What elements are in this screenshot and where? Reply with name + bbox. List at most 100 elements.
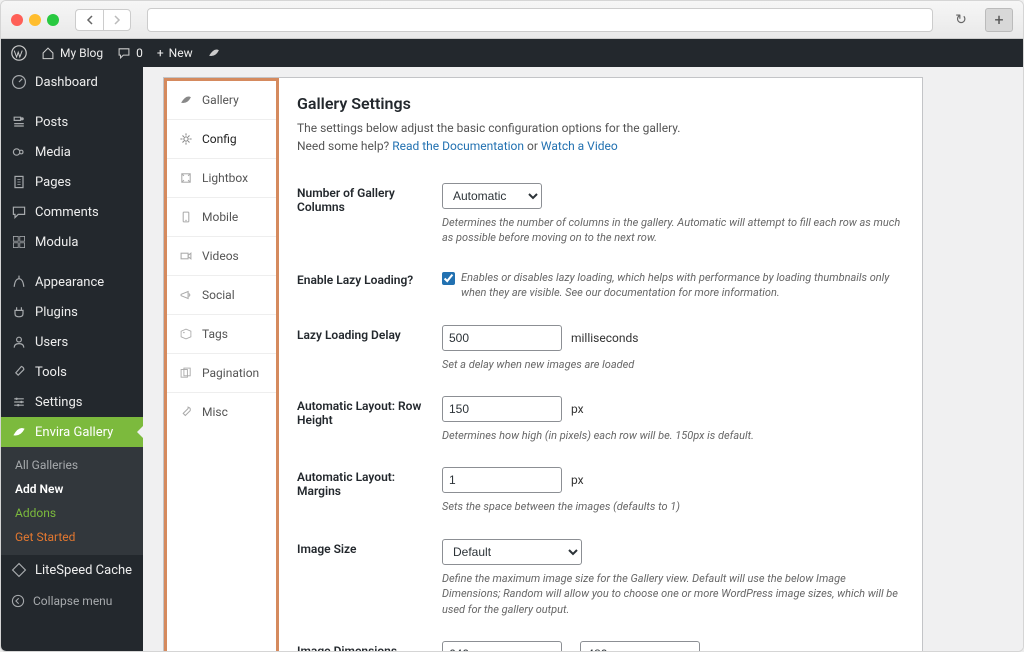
menu-label: Posts [35, 115, 68, 130]
url-bar[interactable] [147, 8, 933, 32]
site-title: My Blog [60, 46, 103, 60]
tab-label: Mobile [202, 210, 238, 224]
input-image-width[interactable] [442, 641, 562, 651]
field-label: Number of Gallery Columns [297, 183, 442, 214]
select-image-size[interactable]: Default [442, 539, 582, 565]
leaf-icon [179, 93, 193, 107]
pages-icon [179, 366, 193, 380]
tab-gallery[interactable]: Gallery [167, 81, 276, 120]
tab-label: Videos [202, 249, 239, 263]
field-help: Set a delay when new images are loaded [442, 357, 902, 372]
tab-label: Gallery [202, 93, 239, 107]
menu-users[interactable]: Users [1, 327, 143, 357]
menu-media[interactable]: Media [1, 137, 143, 167]
menu-label: Dashboard [35, 75, 98, 90]
comments-link[interactable]: 0 [117, 46, 143, 60]
input-lazy-delay[interactable] [442, 325, 562, 351]
link-watch-video[interactable]: Watch a Video [541, 139, 618, 153]
field-label: Automatic Layout: Margins [297, 467, 442, 498]
field-lazy-delay: Lazy Loading Delay milliseconds Set a de… [297, 313, 902, 384]
menu-pages[interactable]: Pages [1, 167, 143, 197]
envira-settings-box: Gallery Config Lightbox Mobile [163, 77, 923, 651]
field-label: Image Dimensions [297, 641, 442, 651]
menu-tools[interactable]: Tools [1, 357, 143, 387]
tab-label: Lightbox [202, 171, 248, 185]
wp-logo-menu[interactable] [11, 45, 27, 61]
menu-posts[interactable]: Posts [1, 107, 143, 137]
submenu-get-started[interactable]: Get Started [1, 525, 143, 549]
tab-social[interactable]: Social [167, 276, 276, 315]
menu-modula[interactable]: Modula [1, 227, 143, 257]
new-label: New [169, 46, 193, 60]
submenu-all-galleries[interactable]: All Galleries [1, 453, 143, 477]
site-home-link[interactable]: My Blog [41, 46, 103, 60]
select-gallery-columns[interactable]: Automatic [442, 183, 542, 209]
tab-label: Social [202, 288, 235, 302]
collapse-menu-button[interactable]: Collapse menu [1, 585, 143, 617]
menu-label: Settings [35, 395, 82, 410]
envira-adminbar-icon[interactable] [207, 46, 221, 60]
tab-mobile[interactable]: Mobile [167, 198, 276, 237]
window-minimize-button[interactable] [29, 14, 41, 26]
window-close-button[interactable] [11, 14, 23, 26]
wrench-icon [179, 405, 193, 419]
submenu-addons[interactable]: Addons [1, 501, 143, 525]
tab-label: Tags [202, 327, 228, 341]
checkbox-lazy-loading[interactable] [442, 271, 455, 286]
menu-comments[interactable]: Comments [1, 197, 143, 227]
tab-tags[interactable]: Tags [167, 315, 276, 354]
field-row-height: Automatic Layout: Row Height px Determin… [297, 384, 902, 455]
field-label: Lazy Loading Delay [297, 325, 442, 342]
unit-label: px [571, 473, 584, 487]
reload-icon[interactable]: ↻ [949, 9, 973, 31]
menu-dashboard[interactable]: Dashboard [1, 67, 143, 97]
field-help: Sets the space between the images (defau… [442, 499, 902, 514]
browser-title-bar: ↻ + [1, 1, 1023, 39]
menu-label: Tools [35, 365, 67, 380]
menu-plugins[interactable]: Plugins [1, 297, 143, 327]
link-read-documentation[interactable]: Read the Documentation [392, 139, 524, 153]
tab-pagination[interactable]: Pagination [167, 354, 276, 393]
new-content-link[interactable]: + New [157, 46, 193, 60]
menu-settings[interactable]: Settings [1, 387, 143, 417]
menu-label: Media [35, 145, 71, 160]
tab-videos[interactable]: Videos [167, 237, 276, 276]
tab-misc[interactable]: Misc [167, 393, 276, 431]
envira-config-panel: Gallery Settings The settings below adju… [279, 78, 922, 651]
nav-back-button[interactable] [75, 9, 103, 31]
input-margins[interactable] [442, 467, 562, 493]
field-gallery-columns: Number of Gallery Columns Automatic Dete… [297, 171, 902, 258]
menu-label: Appearance [35, 275, 104, 290]
submenu-add-new[interactable]: Add New [1, 477, 143, 501]
nav-forward-button[interactable] [103, 9, 131, 31]
new-tab-button[interactable]: + [985, 8, 1013, 32]
field-label: Automatic Layout: Row Height [297, 396, 442, 427]
tab-label: Pagination [202, 366, 259, 380]
field-help: Define the maximum image size for the Ga… [442, 571, 902, 617]
unit-label: px [712, 647, 725, 651]
field-help: Determines the number of columns in the … [442, 215, 902, 246]
window-zoom-button[interactable] [47, 14, 59, 26]
tab-lightbox[interactable]: Lightbox [167, 159, 276, 198]
menu-label: Users [35, 335, 68, 350]
expand-icon [179, 171, 193, 185]
menu-envira-gallery[interactable]: Envira Gallery [1, 417, 143, 447]
panel-description: The settings below adjust the basic conf… [297, 119, 902, 155]
input-image-height[interactable] [580, 641, 700, 651]
tab-label: Config [202, 132, 237, 146]
comments-count: 0 [136, 46, 143, 60]
dim-separator: × [568, 647, 574, 651]
browser-window: ↻ + My Blog 0 + New [0, 0, 1024, 652]
tag-icon [179, 327, 193, 341]
menu-appearance[interactable]: Appearance [1, 267, 143, 297]
video-icon [179, 249, 193, 263]
menu-litespeed-cache[interactable]: LiteSpeed Cache [1, 555, 143, 585]
tab-config[interactable]: Config [167, 120, 276, 159]
field-image-dimensions: Image Dimensions × px You should adjust … [297, 629, 902, 651]
field-margins: Automatic Layout: Margins px Sets the sp… [297, 455, 902, 526]
menu-label: Pages [35, 175, 71, 190]
input-row-height[interactable] [442, 396, 562, 422]
mobile-icon [179, 210, 193, 224]
field-lazy-loading: Enable Lazy Loading? Enables or disables… [297, 258, 902, 313]
wp-admin-sidebar: Dashboard Posts Media Pages Comment [1, 67, 143, 651]
